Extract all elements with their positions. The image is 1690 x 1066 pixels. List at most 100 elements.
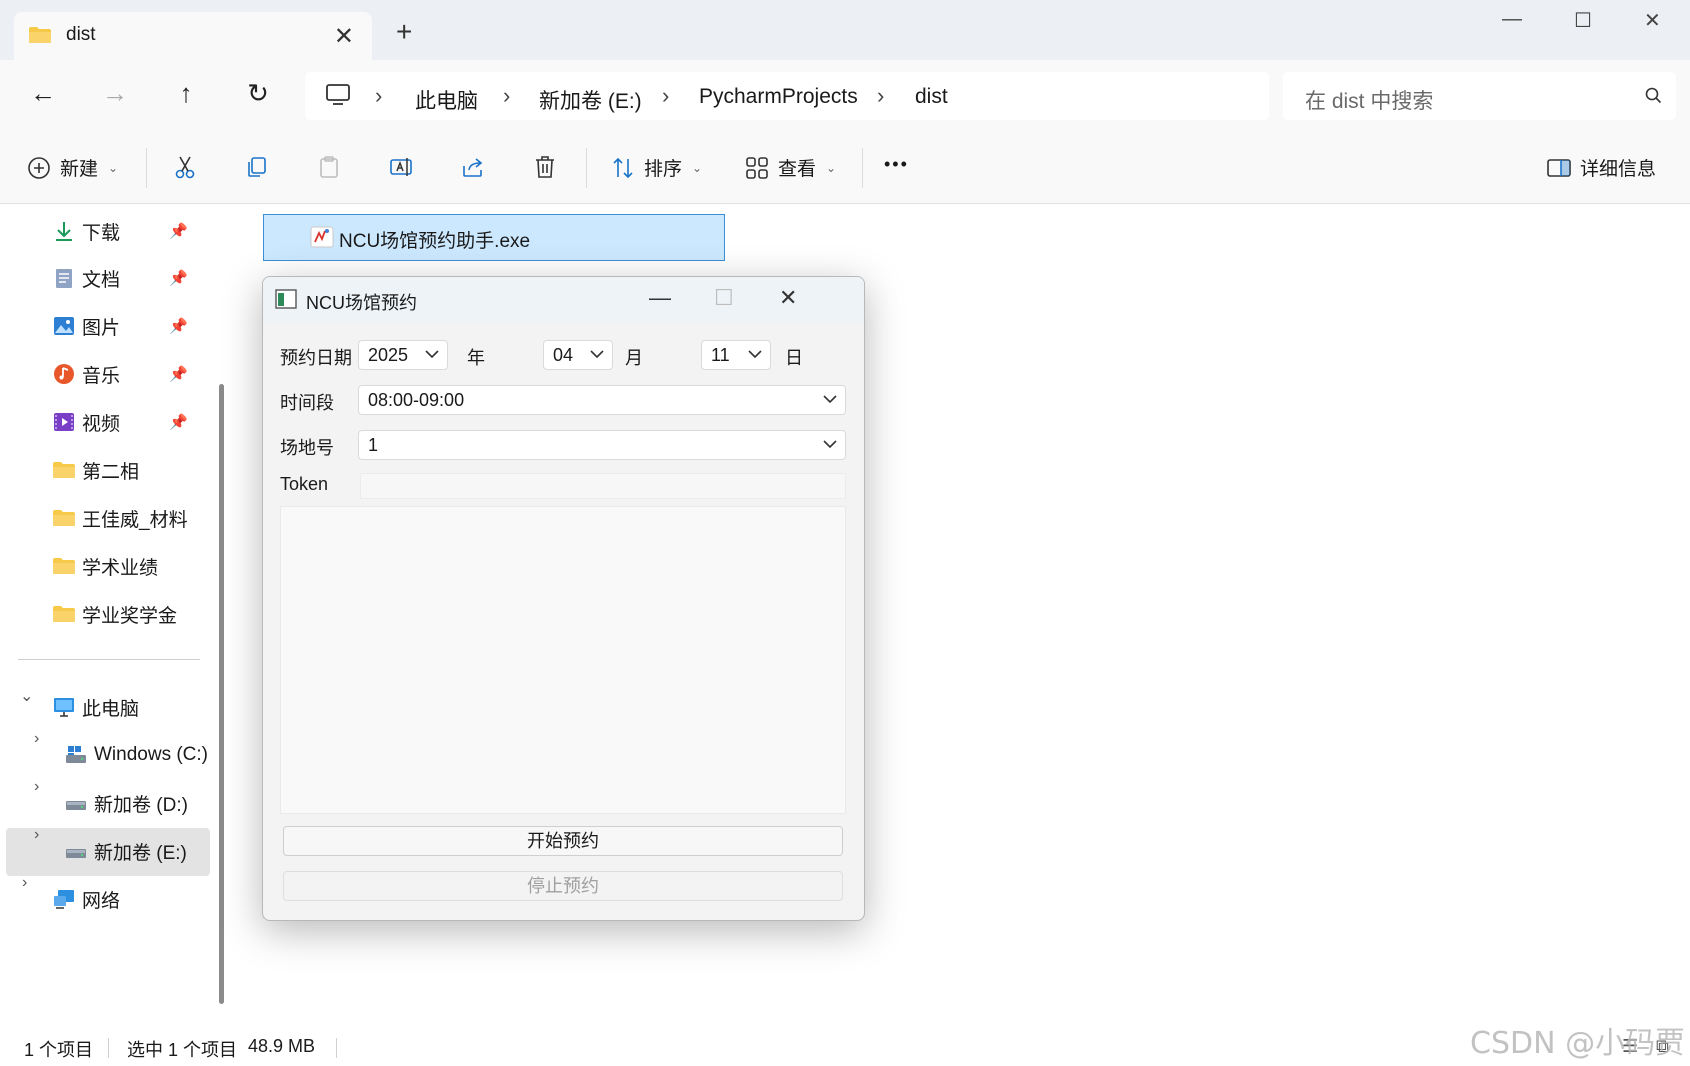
chevron-down-icon: ⌄: [108, 160, 119, 175]
sidebar-item-pictures[interactable]: 图片 📌: [52, 303, 222, 349]
sidebar-item-folder-3[interactable]: 学术业绩: [52, 543, 222, 589]
selected-count: 选中 1 个项目: [127, 1040, 238, 1060]
sort-button[interactable]: 排序 ⌄: [610, 154, 702, 181]
start-booking-button[interactable]: 开始预约: [283, 826, 843, 856]
address-bar[interactable]: › 此电脑 › 新加卷 (E:) › PycharmProjects › dis…: [305, 72, 1269, 120]
back-button[interactable]: ←: [25, 78, 61, 109]
sidebar-item-music[interactable]: 音乐 📌: [52, 351, 222, 397]
month-select[interactable]: 04: [543, 340, 613, 370]
refresh-button[interactable]: ↻: [240, 78, 276, 109]
new-tab-button[interactable]: +: [396, 18, 412, 46]
sidebar-item-label: 图片: [82, 317, 121, 339]
document-icon: [56, 269, 72, 288]
sidebar-item-folder-1[interactable]: 第二相: [52, 447, 222, 493]
chevron-down-icon: ⌄: [692, 160, 703, 175]
navigation-bar: ← → ↑ ↻ › 此电脑 › 新加卷 (E:) › PycharmProjec…: [0, 60, 1690, 132]
dialog-title-bar[interactable]: NCU场馆预约 — ☐ ✕: [263, 277, 864, 323]
dialog-title: NCU场馆预约: [306, 293, 417, 313]
time-slot-label: 时间段: [280, 393, 334, 413]
chevron-right-icon[interactable]: ›: [34, 778, 39, 796]
sidebar-item-videos[interactable]: 视频 📌: [52, 399, 222, 445]
new-button[interactable]: 新建 ⌄: [26, 154, 118, 181]
details-pane-button[interactable]: 详细信息: [1546, 154, 1656, 181]
log-output-area[interactable]: [280, 506, 846, 814]
chevron-right-icon[interactable]: ›: [22, 874, 27, 892]
paste-button[interactable]: [316, 154, 342, 180]
pictures-icon: [54, 317, 74, 335]
sidebar-item-drive-c[interactable]: Windows (C:): [64, 732, 224, 778]
share-button[interactable]: [460, 154, 486, 180]
folder-icon: [53, 510, 75, 526]
more-options-button[interactable]: •••: [884, 154, 909, 175]
folder-icon: [53, 558, 75, 574]
forward-button[interactable]: →: [97, 78, 133, 109]
details-pane-icon: [1547, 158, 1571, 177]
sort-icon: [613, 157, 633, 178]
sidebar-item-label: 新加卷 (D:): [94, 794, 188, 816]
sidebar-divider: [18, 659, 200, 660]
day-select[interactable]: 11: [701, 340, 771, 370]
dialog-close-button[interactable]: ✕: [779, 285, 797, 311]
time-slot-select[interactable]: 08:00-09:00: [358, 385, 846, 415]
year-select[interactable]: 2025: [358, 340, 448, 370]
sidebar-item-drive-d[interactable]: 新加卷 (D:): [64, 780, 224, 826]
add-circle-icon: [28, 156, 50, 179]
search-box[interactable]: 在 dist 中搜索: [1283, 72, 1676, 120]
tab-dist[interactable]: dist ✕: [14, 12, 372, 60]
month-unit: 月: [625, 348, 643, 368]
view-button[interactable]: 查看 ⌄: [744, 154, 836, 181]
status-divider: [336, 1038, 337, 1058]
selected-size: 48.9 MB: [248, 1036, 316, 1056]
delete-button[interactable]: [532, 154, 558, 180]
breadcrumb-this-pc[interactable]: 此电脑: [415, 85, 478, 115]
maximize-button[interactable]: ☐: [1574, 8, 1592, 33]
view-grid-icon: [746, 156, 768, 179]
token-input[interactable]: [360, 473, 846, 499]
sidebar-item-label: 第二相: [82, 461, 140, 483]
sort-label: 排序: [644, 159, 683, 180]
chevron-down-icon[interactable]: ⌄: [20, 686, 33, 706]
file-item-selected[interactable]: NCU场馆预约助手.exe: [263, 214, 725, 261]
drive-icon: [66, 801, 86, 810]
chevron-right-icon[interactable]: ›: [34, 730, 39, 748]
folder-icon: [53, 462, 75, 478]
chevron-right-icon[interactable]: ›: [34, 826, 39, 844]
breadcrumb-separator: ›: [375, 83, 383, 108]
share-icon: [463, 158, 483, 177]
sidebar-item-label: 音乐: [82, 365, 121, 387]
court-number-select[interactable]: 1: [358, 430, 846, 460]
breadcrumb-pycharmprojects[interactable]: PycharmProjects: [699, 85, 858, 109]
file-name: NCU场馆预约助手.exe: [339, 231, 531, 252]
cut-button[interactable]: [172, 154, 198, 180]
status-bar: 1 个项目 选中 1 个项目 48.9 MB: [0, 1028, 1690, 1066]
copy-button[interactable]: [244, 154, 270, 180]
sidebar-item-network[interactable]: 网络: [52, 876, 222, 922]
sidebar-item-drive-e[interactable]: 新加卷 (E:): [64, 828, 224, 874]
dialog-maximize-button[interactable]: ☐: [714, 285, 734, 311]
breadcrumb-drive-e[interactable]: 新加卷 (E:): [539, 85, 642, 115]
tab-close-button[interactable]: ✕: [334, 22, 354, 51]
pin-icon: 📌: [169, 318, 188, 335]
sidebar-scrollbar[interactable]: [219, 384, 224, 1004]
dialog-minimize-button[interactable]: —: [649, 285, 671, 311]
minimize-button[interactable]: —: [1502, 8, 1522, 31]
day-value: 11: [711, 345, 730, 365]
up-button[interactable]: ↑: [168, 78, 204, 109]
status-divider: [108, 1038, 109, 1058]
sidebar-item-folder-4[interactable]: 学业奖学金: [52, 591, 222, 637]
application-icon: [310, 226, 334, 248]
stop-booking-button[interactable]: 停止预约: [283, 871, 843, 901]
sidebar-item-downloads[interactable]: 下载 📌: [52, 208, 222, 254]
sidebar-item-label: 文档: [82, 269, 121, 291]
breadcrumb-separator: ›: [503, 83, 511, 108]
rename-button[interactable]: [388, 154, 414, 180]
sidebar-item-this-pc[interactable]: 此电脑: [52, 684, 222, 730]
sidebar-item-documents[interactable]: 文档 📌: [52, 255, 222, 301]
breadcrumb-dist[interactable]: dist: [915, 85, 948, 109]
folder-icon: [53, 606, 75, 622]
sidebar-item-folder-2[interactable]: 王佳威_材料: [52, 495, 222, 541]
sidebar-item-label: 网络: [82, 890, 121, 912]
sidebar-item-label: 王佳威_材料: [82, 509, 188, 531]
rename-icon: [390, 158, 412, 176]
close-button[interactable]: ✕: [1644, 8, 1661, 33]
